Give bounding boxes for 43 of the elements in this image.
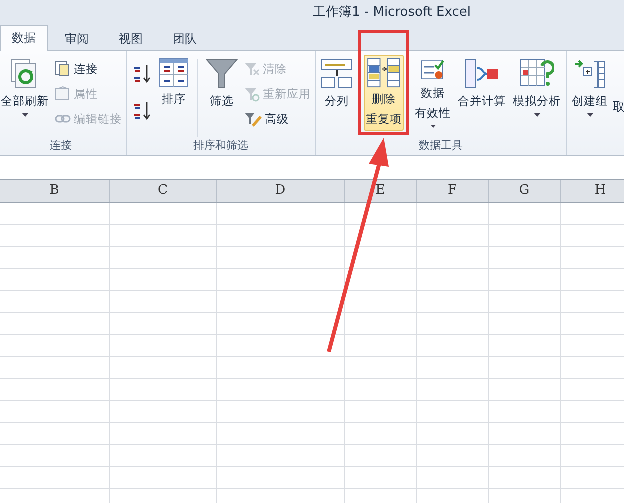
split-columns-icon — [321, 58, 353, 90]
ribbon-button[interactable]: 创建组 — [570, 55, 610, 131]
ribbon-tab[interactable]: 数据 — [0, 25, 48, 51]
column-header[interactable]: H — [561, 180, 624, 202]
group-label: 排序和筛选 — [192, 138, 250, 154]
ribbon-button[interactable]: 全部刷新 — [0, 55, 51, 131]
ribbon-tab[interactable]: 审阅 — [52, 27, 102, 51]
funnel-icon — [206, 58, 238, 90]
column-header[interactable]: F — [417, 180, 489, 202]
ribbon-button[interactable]: 数据 有效性 — [413, 55, 453, 131]
ribbon-button[interactable]: 分列 — [319, 55, 355, 131]
caret-icon — [534, 113, 540, 117]
ribbon-tab[interactable]: 团队 — [160, 27, 210, 51]
ribbon-button[interactable]: 高级 — [243, 108, 312, 130]
group-rows-icon — [574, 58, 606, 90]
funnel-pencil-icon — [244, 111, 262, 127]
column-header[interactable]: D — [217, 180, 345, 202]
ribbon-tab[interactable]: 视图 — [106, 27, 156, 51]
funnel-refresh-icon — [244, 86, 260, 102]
ribbon-button[interactable]: 筛选 — [204, 55, 240, 131]
window-title: 工作簿1 - Microsoft Excel — [313, 4, 471, 21]
ribbon-button[interactable]: 连接 — [54, 58, 123, 80]
document-icon — [55, 61, 71, 77]
caret-icon — [22, 113, 28, 117]
ribbon-button[interactable]: 合并计算 — [456, 55, 508, 131]
caret-icon — [586, 113, 594, 117]
group-label: 数据工具 — [418, 138, 464, 154]
column-header[interactable]: C — [110, 180, 217, 202]
sort-grid-icon — [159, 58, 189, 88]
ribbon-button[interactable]: 删除 重复项 — [364, 55, 404, 131]
merge-icon — [465, 58, 499, 90]
column-header[interactable]: E — [345, 180, 417, 202]
ribbon-button[interactable]: 模拟分析 — [511, 55, 563, 131]
column-header[interactable]: G — [489, 180, 561, 202]
caret-icon — [430, 125, 436, 128]
sort-descending-icon — [132, 100, 152, 122]
column-header[interactable]: B — [0, 180, 110, 202]
funnel-clear-icon — [244, 61, 260, 77]
group-label: 连接 — [49, 138, 73, 154]
sort-ascending-icon — [132, 62, 152, 84]
ribbon-button[interactable]: 排序 — [157, 55, 191, 131]
remove-duplicates-icon — [366, 58, 402, 88]
properties-icon — [55, 86, 71, 102]
